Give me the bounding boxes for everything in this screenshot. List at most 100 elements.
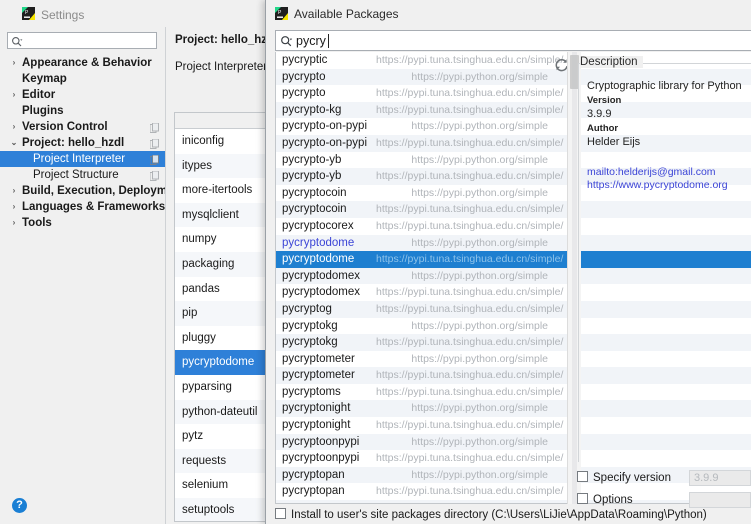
package-name: pytz — [182, 430, 203, 442]
description-panel-title: Description — [580, 56, 643, 68]
project-home-link[interactable]: https://www.pycryptodome.org — [587, 179, 748, 192]
sidebar-item-tools[interactable]: ›Tools — [0, 215, 165, 231]
package-name: selenium — [182, 479, 228, 491]
version-label: Version — [587, 95, 748, 106]
sidebar-item-project-interpreter[interactable]: Project Interpreter — [0, 151, 165, 167]
available-packages-dialog: P Available Packages pycry pycryptichttp… — [265, 0, 751, 524]
pycharm-icon: P — [275, 7, 288, 20]
package-name: pip — [182, 307, 197, 319]
available-package-name: pycrypto-yb — [282, 152, 341, 169]
specify-version-checkbox[interactable] — [577, 471, 588, 482]
package-search-input[interactable]: pycry — [275, 30, 751, 51]
available-package-repo-url: https://pypi.python.org/simple — [376, 235, 548, 252]
sidebar-item-keymap[interactable]: Keymap — [0, 71, 165, 87]
sidebar-item-label: Languages & Frameworks — [22, 199, 165, 215]
settings-window-title: Settings — [41, 8, 84, 22]
available-package-name: pycryptodome — [282, 235, 354, 252]
author-value: Helder Eijs — [587, 136, 748, 148]
available-package-name: pycryptodomex — [282, 268, 360, 285]
available-package-repo-url: https://pypi.tuna.tsinghua.edu.cn/simple… — [376, 301, 548, 318]
available-package-name: pycryptopan — [282, 483, 345, 500]
copy-settings-icon[interactable] — [150, 154, 159, 164]
available-package-name: pycryptonight — [282, 417, 350, 434]
sidebar-item-editor[interactable]: ›Editor — [0, 87, 165, 103]
list-item[interactable]: pycryptopanhttps://pypi.python.org/simpl… — [276, 467, 751, 484]
available-package-repo-url: https://pypi.tuna.tsinghua.edu.cn/simple… — [376, 251, 548, 268]
available-package-repo-url: https://pypi.tuna.tsinghua.edu.cn/simple… — [376, 417, 548, 434]
options-field[interactable] — [689, 492, 751, 508]
package-name: pluggy — [182, 332, 216, 344]
settings-tree: ›Appearance & BehaviorKeymap›EditorPlugi… — [0, 55, 165, 231]
available-package-name: pycrypto-kg — [282, 102, 341, 119]
available-package-name: pycryptokg — [282, 334, 338, 351]
chevron-icon[interactable]: › — [9, 55, 19, 71]
package-name: pyparsing — [182, 381, 232, 393]
sidebar-item-label: Keymap — [22, 71, 67, 87]
sidebar-item-project-hello-hzdl[interactable]: ⌄Project: hello_hzdl — [0, 135, 165, 151]
text-caret — [328, 34, 329, 48]
package-name: numpy — [182, 233, 217, 245]
install-user-site-label: Install to user's site packages director… — [291, 509, 707, 521]
available-package-name: pycryptoonpypi — [282, 450, 359, 467]
available-package-repo-url: https://pypi.tuna.tsinghua.edu.cn/simple… — [376, 384, 548, 401]
chevron-icon[interactable]: › — [9, 199, 19, 215]
package-name: more-itertools — [182, 184, 252, 196]
available-package-repo-url: https://pypi.python.org/simple — [376, 467, 548, 484]
available-package-name: pycryptog — [282, 301, 332, 318]
list-item[interactable]: pycryptopay https://pypi.python.org/simpl… — [276, 500, 751, 504]
sidebar-item-appearance-behavior[interactable]: ›Appearance & Behavior — [0, 55, 165, 71]
breadcrumb-root[interactable]: Project: hello_hzdl — [175, 34, 277, 46]
sidebar-item-build-execution-deployment[interactable]: ›Build, Execution, Deployment — [0, 183, 165, 199]
chevron-icon[interactable]: › — [9, 87, 19, 103]
sidebar-item-label: Plugins — [22, 103, 64, 119]
interpreter-label: Project Interpreter: — [175, 61, 270, 73]
options-label: Options — [593, 494, 633, 506]
chevron-icon[interactable]: › — [9, 215, 19, 231]
available-package-repo-url: https://pypi.tuna.tsinghua.edu.cn/simple… — [376, 52, 548, 69]
install-user-site-checkbox[interactable] — [275, 508, 286, 519]
specify-version-row[interactable]: Specify version — [577, 471, 671, 484]
copy-settings-icon[interactable] — [150, 138, 159, 148]
chevron-icon[interactable]: ⌄ — [9, 135, 19, 151]
package-name: setuptools — [182, 504, 234, 516]
available-package-name: pycrypto — [282, 69, 325, 86]
chevron-icon[interactable]: › — [9, 119, 19, 135]
install-user-site-row[interactable]: Install to user's site packages director… — [275, 508, 707, 521]
available-package-repo-url: https://pypi.tuna.tsinghua.edu.cn/simple… — [376, 135, 548, 152]
available-package-repo-url: https://pypi.python.org/simple — [376, 500, 548, 504]
list-item[interactable]: pycryptopan https://pypi.tuna.tsinghua.ed… — [276, 483, 751, 500]
description-border — [578, 63, 579, 462]
screen: P Settings ›Appearance & BehaviorKeymap›… — [0, 0, 751, 524]
sidebar-item-plugins[interactable]: Plugins — [0, 103, 165, 119]
available-package-name: pycryptopay — [282, 500, 344, 504]
help-icon[interactable]: ? — [12, 498, 27, 513]
available-package-repo-url: https://pypi.tuna.tsinghua.edu.cn/simple… — [376, 201, 548, 218]
specify-version-field[interactable]: 3.9.9 — [689, 470, 751, 486]
available-package-name: pycrypto-on-pypi — [282, 135, 367, 152]
settings-search-input[interactable] — [7, 32, 157, 49]
available-package-repo-url: https://pypi.tuna.tsinghua.edu.cn/simple… — [376, 367, 548, 384]
sidebar-item-label: Project Structure — [33, 167, 119, 183]
available-package-repo-url: https://pypi.python.org/simple — [376, 69, 548, 86]
sidebar-item-project-structure[interactable]: Project Structure — [0, 167, 165, 183]
available-package-name: pycryptokg — [282, 318, 338, 335]
chevron-icon[interactable]: › — [9, 183, 19, 199]
available-package-repo-url: https://pypi.tuna.tsinghua.edu.cn/simple… — [376, 483, 548, 500]
options-row[interactable]: Options — [577, 493, 633, 506]
author-email-link[interactable]: mailto:helderijs@gmail.com — [587, 166, 748, 179]
available-package-repo-url: https://pypi.tuna.tsinghua.edu.cn/simple… — [376, 334, 548, 351]
package-name: requests — [182, 455, 226, 467]
copy-settings-icon[interactable] — [150, 170, 159, 180]
sidebar-item-version-control[interactable]: ›Version Control — [0, 119, 165, 135]
available-package-repo-url: https://pypi.tuna.tsinghua.edu.cn/simple… — [376, 85, 548, 102]
sidebar-item-label: Project: hello_hzdl — [22, 135, 124, 151]
sidebar-item-languages-frameworks[interactable]: ›Languages & Frameworks — [0, 199, 165, 215]
sidebar-item-label: Tools — [22, 215, 52, 231]
available-package-name: pycryptonight — [282, 400, 350, 417]
options-checkbox[interactable] — [577, 493, 588, 504]
search-icon — [11, 35, 23, 47]
copy-settings-icon[interactable] — [150, 122, 159, 132]
search-icon — [280, 35, 293, 48]
package-name: python-dateutil — [182, 406, 257, 418]
available-package-name: pycryptometer — [282, 367, 355, 384]
